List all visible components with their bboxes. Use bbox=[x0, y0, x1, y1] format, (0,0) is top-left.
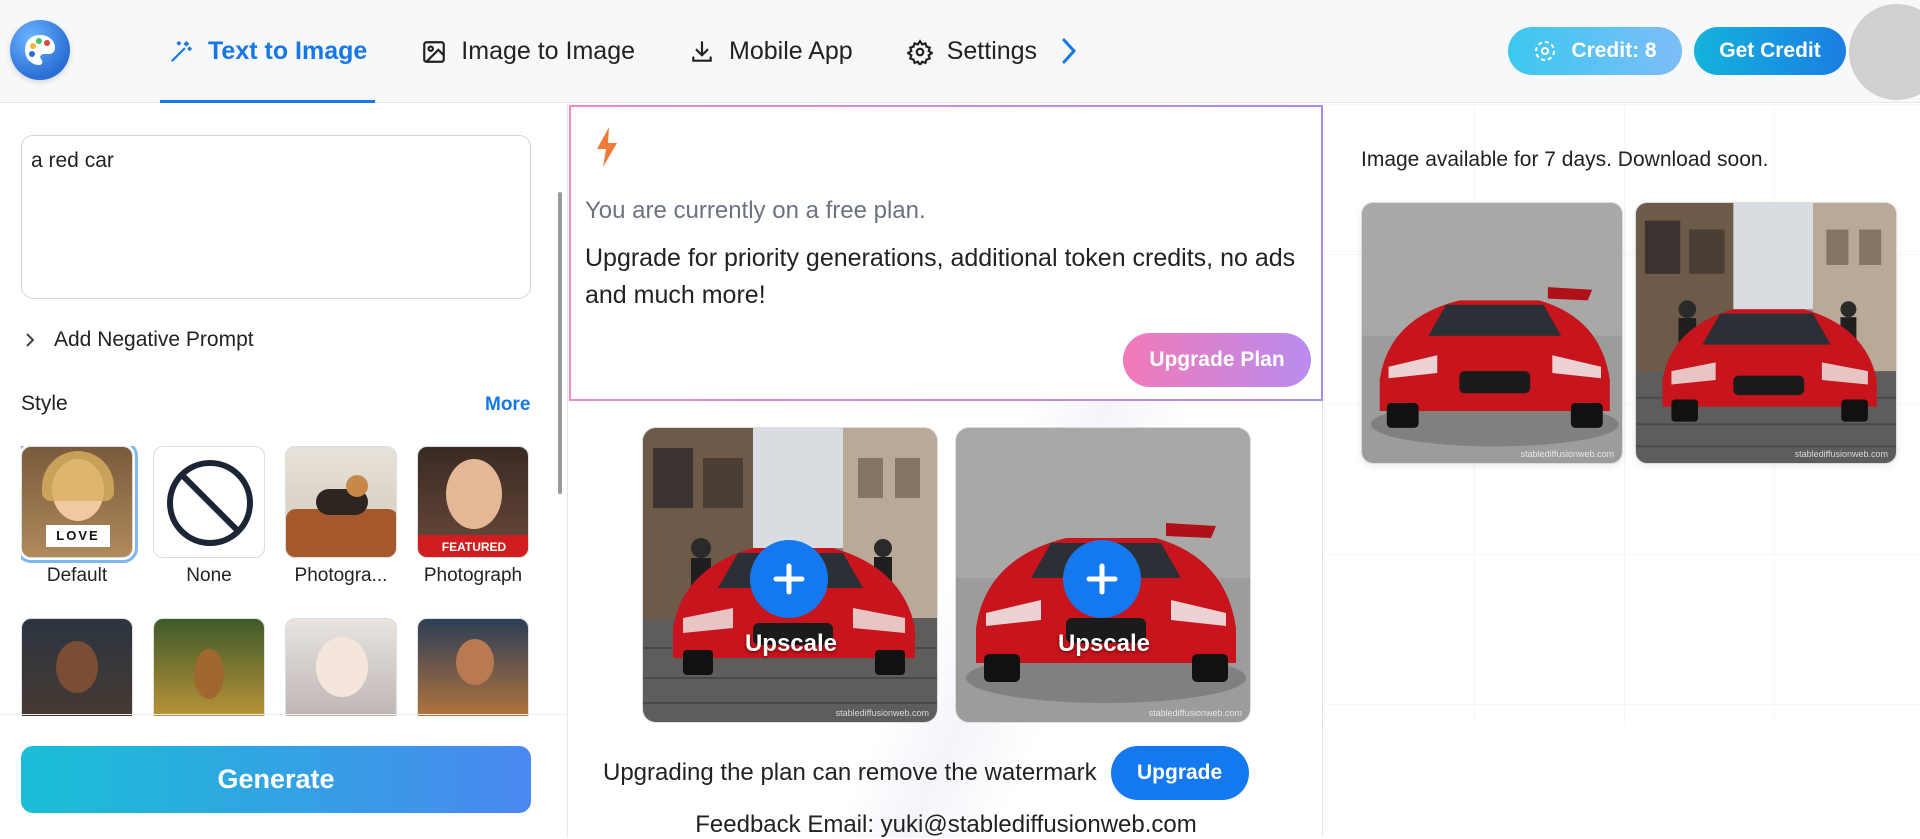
negative-prompt-label: Add Negative Prompt bbox=[54, 328, 254, 351]
chevron-right-icon bbox=[26, 333, 35, 347]
style-caption: Photogra... bbox=[294, 565, 388, 586]
style-thumbnail bbox=[21, 618, 133, 716]
chevron-right-icon[interactable] bbox=[1060, 36, 1078, 66]
featured-badge: FEATURED bbox=[418, 535, 528, 557]
watermark: stablediffusionweb.com bbox=[1148, 708, 1242, 718]
credit-label: Credit: 8 bbox=[1571, 39, 1657, 62]
style-photograph[interactable]: FEATURED Photograph bbox=[417, 446, 529, 587]
upscale-button[interactable] bbox=[750, 540, 828, 618]
free-plan-text: You are currently on a free plan. bbox=[585, 197, 926, 224]
prohibited-icon bbox=[167, 460, 253, 546]
upgrade-button[interactable]: Upgrade bbox=[1110, 746, 1249, 800]
left-panel-scrollbar[interactable] bbox=[558, 192, 562, 494]
app-logo[interactable] bbox=[10, 20, 70, 80]
upscale-button[interactable] bbox=[1063, 540, 1141, 618]
more-styles-link[interactable]: More bbox=[485, 394, 530, 416]
tab-image-to-image[interactable]: Image to Image bbox=[413, 0, 643, 103]
style-thumbnail bbox=[285, 618, 397, 716]
result-image-1[interactable]: stablediffusionweb.com bbox=[1361, 202, 1623, 464]
style-photographic[interactable]: Photogra... bbox=[285, 446, 397, 587]
main-nav: Text to Image Image to Image Mobile App … bbox=[160, 0, 1083, 103]
download-icon bbox=[692, 40, 712, 62]
plus-icon bbox=[773, 563, 805, 595]
gear-icon bbox=[906, 38, 933, 65]
credit-badge: Credit: 8 bbox=[1508, 27, 1682, 75]
style-thumbnail: LOVE bbox=[21, 446, 138, 563]
right-panel: Image available for 7 days. Download soo… bbox=[1324, 104, 1920, 838]
center-panel: You are currently on a free plan. Upgrad… bbox=[569, 104, 1323, 838]
left-panel: a red car Add Negative Prompt Style More… bbox=[0, 104, 568, 838]
palette-icon bbox=[25, 35, 55, 65]
generated-image-1[interactable]: Upscale stablediffusionweb.com bbox=[642, 427, 938, 723]
style-thumbnail-row2[interactable] bbox=[153, 618, 265, 716]
style-caption: Photograph bbox=[423, 565, 523, 586]
avatar[interactable] bbox=[1849, 4, 1920, 100]
image-icon bbox=[423, 40, 446, 63]
style-caption: Default bbox=[46, 565, 108, 586]
tab-mobile-app[interactable]: Mobile App bbox=[681, 0, 861, 103]
prompt-input[interactable]: a red car bbox=[21, 135, 531, 299]
generate-button[interactable]: Generate bbox=[21, 746, 531, 813]
style-caption: None bbox=[186, 565, 232, 586]
style-heading: Style bbox=[21, 392, 68, 415]
upgrade-plan-button[interactable]: Upgrade Plan bbox=[1123, 333, 1311, 387]
coin-icon bbox=[1535, 41, 1556, 61]
watermark-upgrade-row: Upgrading the plan can remove the waterm… bbox=[603, 746, 1249, 800]
plus-icon bbox=[1086, 563, 1118, 595]
style-thumbnail: FEATURED bbox=[417, 446, 529, 558]
availability-notice: Image available for 7 days. Download soo… bbox=[1361, 148, 1769, 171]
style-thumbnail bbox=[153, 618, 265, 716]
style-thumbnail-row2[interactable] bbox=[21, 618, 133, 716]
magic-wand-icon bbox=[171, 40, 192, 62]
add-negative-prompt-toggle[interactable]: Add Negative Prompt bbox=[24, 328, 254, 352]
watermark-note: Upgrading the plan can remove the waterm… bbox=[603, 759, 1097, 786]
result-image-2[interactable]: stablediffusionweb.com bbox=[1635, 202, 1897, 464]
upgrade-promo-card: You are currently on a free plan. Upgrad… bbox=[569, 105, 1323, 401]
style-grid: LOVE Default None Photogra... FEATURED P… bbox=[21, 446, 533, 716]
watermark: stablediffusionweb.com bbox=[835, 708, 929, 718]
love-sign: LOVE bbox=[46, 525, 110, 547]
watermark: stablediffusionweb.com bbox=[1794, 449, 1888, 459]
feedback-email[interactable]: Feedback Email: yuki@stablediffusionweb.… bbox=[569, 811, 1323, 839]
divider bbox=[0, 714, 568, 715]
watermark: stablediffusionweb.com bbox=[1520, 449, 1614, 459]
style-thumbnail bbox=[417, 618, 529, 716]
upscale-label: Upscale bbox=[1057, 630, 1151, 657]
red-car-studio-image bbox=[1362, 203, 1623, 464]
generated-image-2[interactable]: Upscale stablediffusionweb.com bbox=[955, 427, 1251, 723]
lightning-icon bbox=[597, 127, 617, 167]
upsell-text: Upgrade for priority generations, additi… bbox=[585, 244, 1296, 309]
red-car-street-image bbox=[1636, 203, 1897, 464]
tab-text-to-image[interactable]: Text to Image bbox=[160, 0, 376, 103]
tab-label: Image to Image bbox=[461, 37, 636, 65]
style-thumbnail bbox=[285, 446, 397, 558]
style-thumbnail bbox=[153, 446, 265, 558]
style-thumbnail-row2[interactable] bbox=[417, 618, 529, 716]
tab-label: Text to Image bbox=[208, 37, 368, 65]
style-default[interactable]: LOVE Default bbox=[21, 446, 138, 587]
style-thumbnail-row2[interactable] bbox=[285, 618, 397, 716]
tab-label: Settings bbox=[946, 37, 1038, 65]
tab-settings[interactable]: Settings bbox=[899, 0, 1045, 103]
top-header: Text to Image Image to Image Mobile App … bbox=[0, 0, 1920, 103]
style-none[interactable]: None bbox=[153, 446, 265, 587]
upscale-label: Upscale bbox=[744, 630, 838, 657]
tab-label: Mobile App bbox=[729, 37, 853, 65]
get-credit-button[interactable]: Get Credit bbox=[1694, 27, 1846, 75]
